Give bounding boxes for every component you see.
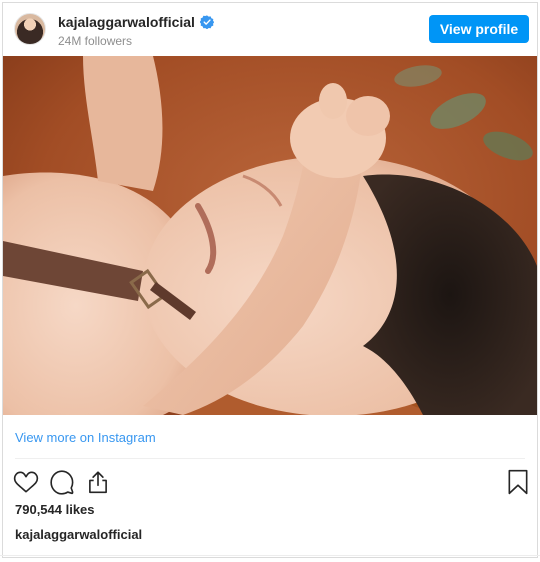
likes-count[interactable]: 790,544 likes bbox=[15, 502, 95, 517]
share-icon[interactable] bbox=[85, 469, 111, 495]
followers-count: 24M followers bbox=[58, 34, 133, 48]
bookmark-icon[interactable] bbox=[505, 469, 531, 495]
verified-badge-icon bbox=[199, 15, 214, 29]
footer-divider bbox=[0, 555, 540, 556]
username-row: kajalaggarwalofficial bbox=[58, 13, 214, 31]
user-block: kajalaggarwalofficial 24M followers bbox=[58, 13, 214, 48]
avatar[interactable] bbox=[14, 13, 46, 45]
action-bar bbox=[3, 465, 537, 499]
view-profile-button[interactable]: View profile bbox=[429, 15, 529, 43]
comment-icon[interactable] bbox=[49, 469, 75, 495]
post-image[interactable] bbox=[3, 56, 537, 415]
view-more-link[interactable]: View more on Instagram bbox=[15, 430, 156, 445]
caption-username[interactable]: kajalaggarwalofficial bbox=[15, 527, 142, 542]
divider bbox=[15, 458, 525, 459]
heart-icon[interactable] bbox=[13, 469, 39, 495]
post-header: kajalaggarwalofficial 24M followers View… bbox=[3, 3, 537, 57]
instagram-embed: kajalaggarwalofficial 24M followers View… bbox=[2, 2, 538, 558]
username-link[interactable]: kajalaggarwalofficial bbox=[58, 14, 195, 30]
post-photo-illustration bbox=[3, 56, 537, 415]
